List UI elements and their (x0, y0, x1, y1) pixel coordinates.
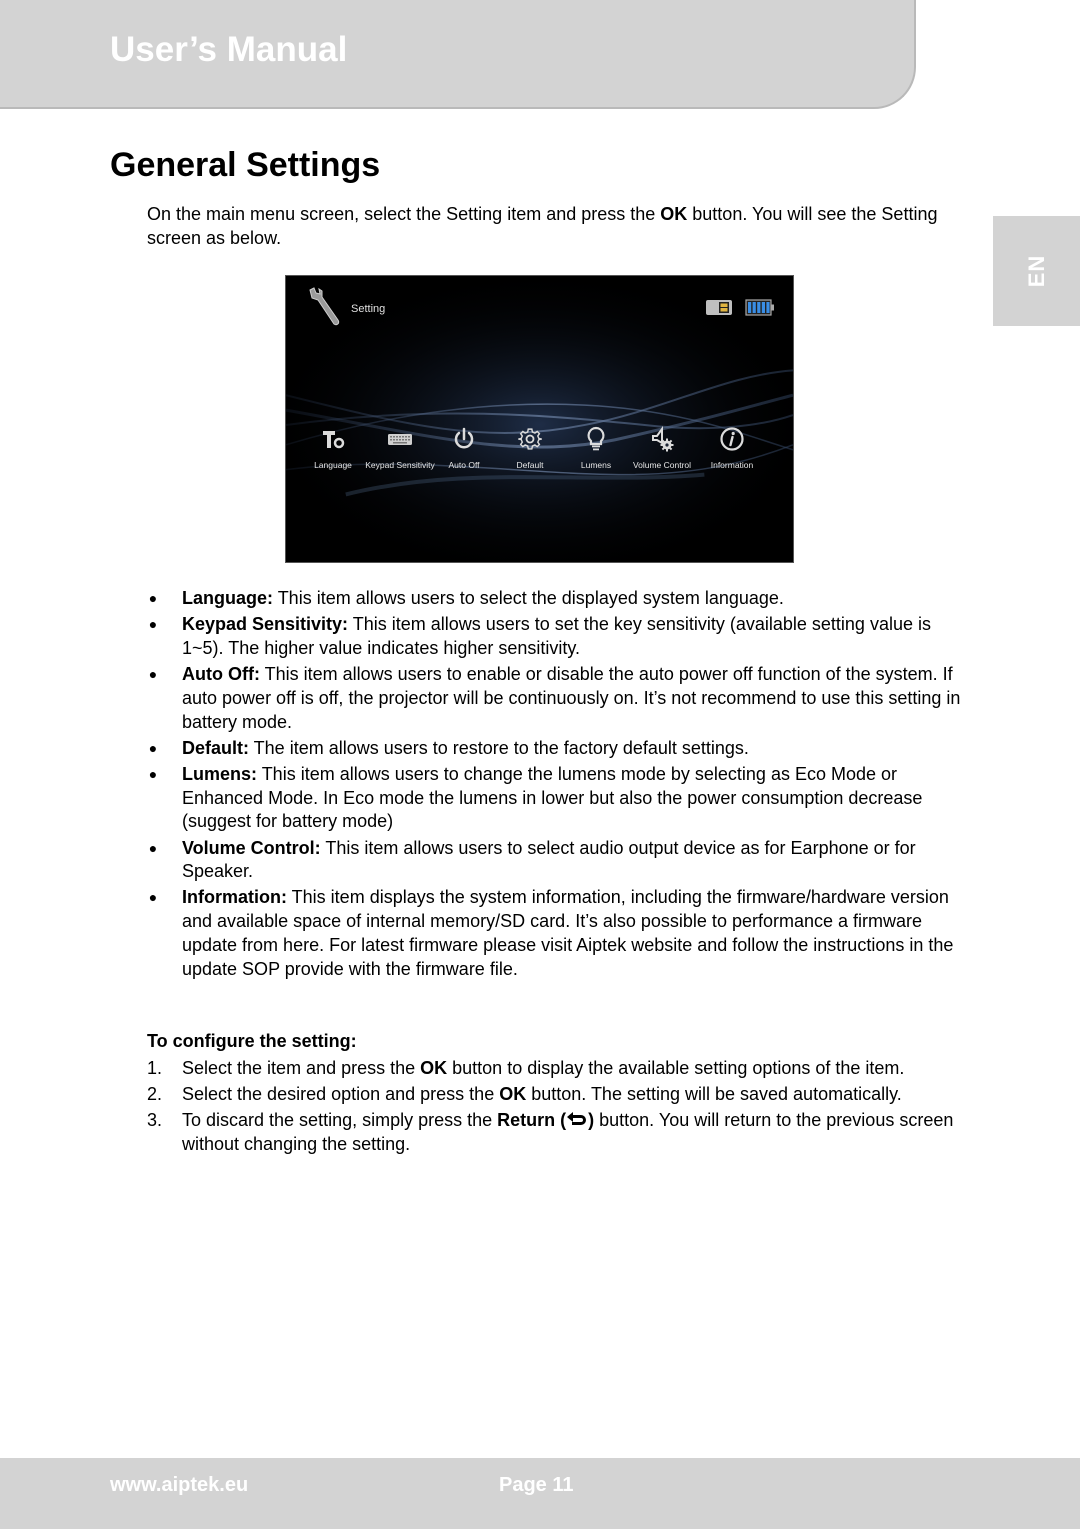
power-icon (454, 427, 474, 449)
list-item: ● Volume Control: This item allows users … (147, 837, 977, 884)
list-item: ● Default: The item allows users to resto… (147, 737, 977, 761)
menu-item-volume-control[interactable]: Volume Control (622, 426, 702, 470)
intro-paragraph: On the main menu screen, select the Sett… (147, 202, 977, 250)
list-item: ● Lumens: This item allows users to chang… (147, 763, 977, 834)
bullet-icon: ● (148, 739, 158, 756)
item-description: This item allows users to change the lum… (182, 763, 923, 832)
sd-card-icon (706, 300, 732, 315)
screen-title: Setting (351, 303, 386, 315)
settings-description-list: ● Language: This item allows users to sel… (147, 587, 977, 984)
language-tab-label: EN (1023, 254, 1049, 288)
step-text: Select the desired option and press the (182, 1084, 500, 1105)
item-term: Information: (182, 887, 287, 908)
bullet-icon: ● (148, 590, 158, 606)
header-band: User’s Manual (0, 0, 916, 109)
configure-heading: To configure the setting: (147, 1031, 357, 1051)
page-title: General Settings (110, 146, 381, 184)
background-wave (286, 276, 793, 562)
manual-title: User’s Manual (110, 30, 348, 69)
item-term: Volume Control: (182, 837, 321, 858)
item-term: Language: (182, 588, 274, 608)
step-text: button to display the available setting … (447, 1058, 905, 1078)
item-description: The item allows users to restore to the … (249, 737, 749, 758)
step-number: 2. (147, 1084, 163, 1105)
list-item: ● Auto Off: This item allows users to ena… (147, 663, 977, 734)
bullet-icon: ● (148, 889, 158, 906)
item-term: Default: (182, 737, 249, 758)
step-text: Select the item and press the (182, 1058, 421, 1078)
website-link[interactable]: www.aiptek.eu (110, 1474, 248, 1497)
bullet-icon: ● (148, 765, 158, 782)
speaker-gear-icon (652, 426, 674, 452)
list-item: ● Language: This item allows users to sel… (147, 587, 977, 611)
gear-icon (518, 428, 542, 450)
item-description: This item displays the system informatio… (182, 887, 954, 979)
return-arrow-icon (567, 1112, 587, 1126)
configure-steps: 1. Select the item and press the OK butto… (147, 1057, 977, 1159)
menu-item-label: Information (710, 460, 754, 470)
list-item: ● Information: This item displays the sys… (147, 886, 977, 981)
page-number: Page 11 (499, 1474, 574, 1496)
info-icon (720, 427, 744, 451)
item-description: This item allows users to select the dis… (273, 588, 784, 608)
settings-menu: Language Keypad Sensitivity Auto Off Def… (300, 426, 780, 476)
step-item: 3. To discard the setting, simply press t… (147, 1109, 977, 1156)
keyboard-icon (388, 434, 412, 445)
ok-button-reference: OK (499, 1084, 527, 1105)
bullet-icon: ● (148, 666, 158, 683)
intro-text: On the main menu screen, select the Sett… (147, 204, 661, 224)
setting-screen-screenshot: Setting Language Keypad Sensitivity Auto… (285, 275, 794, 563)
item-description: This item allows users to enable or disa… (182, 664, 961, 732)
item-term: Auto Off: (182, 664, 260, 685)
item-term: Lumens: (182, 763, 258, 784)
menu-item-information[interactable]: Information (692, 426, 772, 470)
step-number: 1. (147, 1058, 163, 1078)
item-term: Keypad Sensitivity: (182, 614, 349, 635)
ok-button-reference: OK (420, 1058, 448, 1078)
wrench-icon (309, 287, 340, 326)
lightbulb-icon (587, 426, 605, 451)
bullet-icon: ● (148, 839, 158, 856)
step-text: button. The setting will be saved automa… (526, 1084, 902, 1105)
language-tab: EN (993, 216, 1080, 326)
battery-full-icon (745, 299, 774, 316)
step-text: To discard the setting, simply press the (182, 1110, 498, 1131)
language-text-icon (323, 431, 345, 449)
step-number: 3. (147, 1110, 163, 1131)
bullet-icon: ● (148, 616, 158, 633)
return-button-reference: Return ( (497, 1110, 567, 1131)
menu-item-label: Volume Control (632, 460, 692, 470)
step-item: 2. Select the desired option and press th… (147, 1083, 977, 1107)
ok-button-reference: OK (660, 204, 688, 224)
step-item: 1. Select the item and press the OK butto… (147, 1057, 977, 1081)
footer-band: www.aiptek.eu Page 11 (0, 1458, 1080, 1529)
list-item: ● Keypad Sensitivity: This item allows us… (147, 613, 977, 660)
